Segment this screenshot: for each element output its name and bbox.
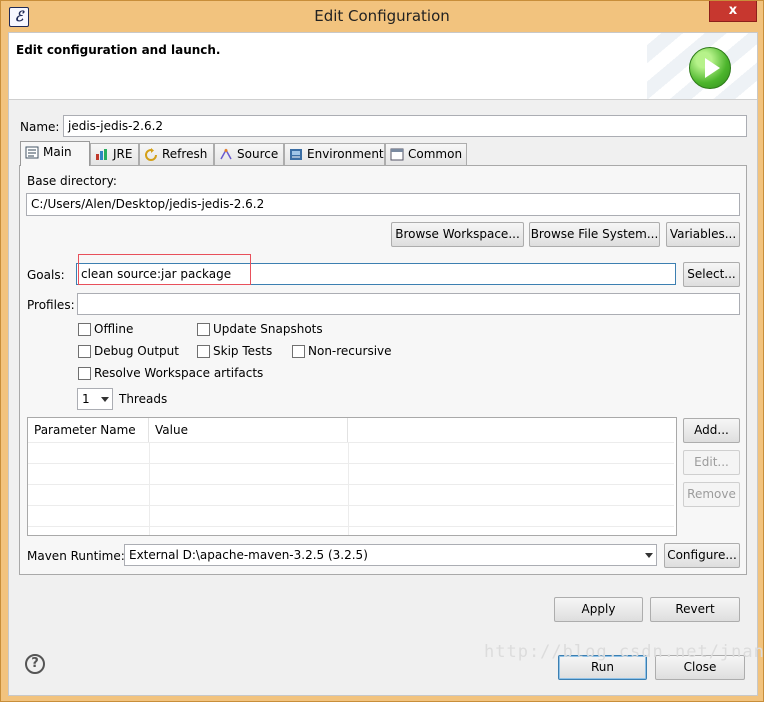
tab-environment[interactable]: Environment [284,143,385,165]
table-row[interactable] [28,463,674,485]
watermark-text: http://blog.csdn.net/jnanxu [484,642,764,662]
browse-file-system-button[interactable]: Browse File System... [529,222,660,247]
resolve-workspace-label: Resolve Workspace artifacts [94,366,264,380]
maven-runtime-chevron-down-icon [645,553,653,558]
tab-environment-label: Environment [307,147,384,161]
tab-source-label: Source [237,147,279,161]
edit-configuration-window: ℰ Edit Configuration x Edit configuratio… [0,0,764,702]
resolve-workspace-checkbox[interactable] [78,367,91,380]
window-close-button[interactable]: x [709,1,757,22]
table-row[interactable] [28,442,674,464]
value-header[interactable]: Value [149,418,348,442]
skip-tests-label: Skip Tests [213,344,273,358]
environment-tab-icon [290,149,302,160]
tab-common-label: Common [408,147,463,161]
threads-chevron-down-icon [101,397,109,402]
add-parameter-button[interactable]: Add... [683,418,740,443]
name-label: Name: [20,120,60,134]
revert-button[interactable]: Revert [650,597,740,622]
common-tab-icon [390,148,404,161]
name-input[interactable]: jedis-jedis-2.6.2 [63,115,747,137]
skip-tests-checkbox[interactable] [197,345,210,358]
edit-parameter-button[interactable]: Edit... [683,450,740,475]
profiles-input[interactable] [77,293,740,315]
tab-jre-label: JRE [113,147,133,161]
tab-refresh[interactable]: Refresh [139,143,214,165]
profiles-label: Profiles: [27,298,75,312]
select-goals-button[interactable]: Select... [683,262,740,287]
debug-output-checkbox[interactable] [78,345,91,358]
base-directory-input[interactable]: C:/Users/Alen/Desktop/jedis-jedis-2.6.2 [26,193,740,216]
source-tab-icon [220,148,232,160]
help-icon[interactable]: ? [25,654,45,674]
window-title: Edit Configuration [314,7,450,25]
table-row[interactable] [28,526,674,535]
apply-button[interactable]: Apply [554,597,643,622]
threads-value: 1 [82,392,90,406]
refresh-tab-icon [145,148,157,161]
base-directory-label: Base directory: [27,174,117,188]
tab-main-label: Main [43,145,72,159]
remove-parameter-button[interactable]: Remove [683,482,740,507]
goals-highlight-annotation [78,254,251,285]
browse-workspace-button[interactable]: Browse Workspace... [391,222,524,247]
offline-checkbox[interactable] [78,323,91,336]
tab-common[interactable]: Common [385,143,467,165]
non-recursive-label: Non-recursive [308,344,392,358]
header-banner [647,33,757,99]
run-launch-icon [689,47,731,89]
debug-output-label: Debug Output [94,344,179,358]
tab-jre[interactable]: JRE [90,143,139,165]
tab-main[interactable]: Main [20,141,90,166]
main-tab-icon [25,146,39,159]
maven-runtime-value: External D:\apache-maven-3.2.5 (3.2.5) [129,548,368,562]
goals-label: Goals: [27,268,65,282]
maven-runtime-label: Maven Runtime: [27,549,125,563]
configure-runtime-button[interactable]: Configure... [664,543,740,568]
tab-refresh-label: Refresh [162,147,208,161]
variables-button[interactable]: Variables... [666,222,740,247]
offline-label: Offline [94,322,134,336]
update-snapshots-label: Update Snapshots [213,322,323,336]
maven-runtime-select[interactable]: External D:\apache-maven-3.2.5 (3.2.5) [124,544,657,566]
parameter-table[interactable]: Parameter Name Value [27,417,677,536]
update-snapshots-checkbox[interactable] [197,323,210,336]
column-divider [149,442,150,535]
header-message: Edit configuration and launch. [16,43,221,57]
tab-source[interactable]: Source [214,143,284,165]
non-recursive-checkbox[interactable] [292,345,305,358]
dialog-header: Edit configuration and launch. [9,33,757,100]
parameter-name-header[interactable]: Parameter Name [28,418,149,442]
threads-label: Threads [119,392,168,406]
title-bar[interactable]: ℰ Edit Configuration x [1,1,763,31]
table-row[interactable] [28,505,674,527]
jre-tab-icon [96,149,107,160]
table-row[interactable] [28,484,674,506]
dialog-body: Edit configuration and launch. Name: jed… [8,32,764,696]
column-divider [348,442,349,535]
